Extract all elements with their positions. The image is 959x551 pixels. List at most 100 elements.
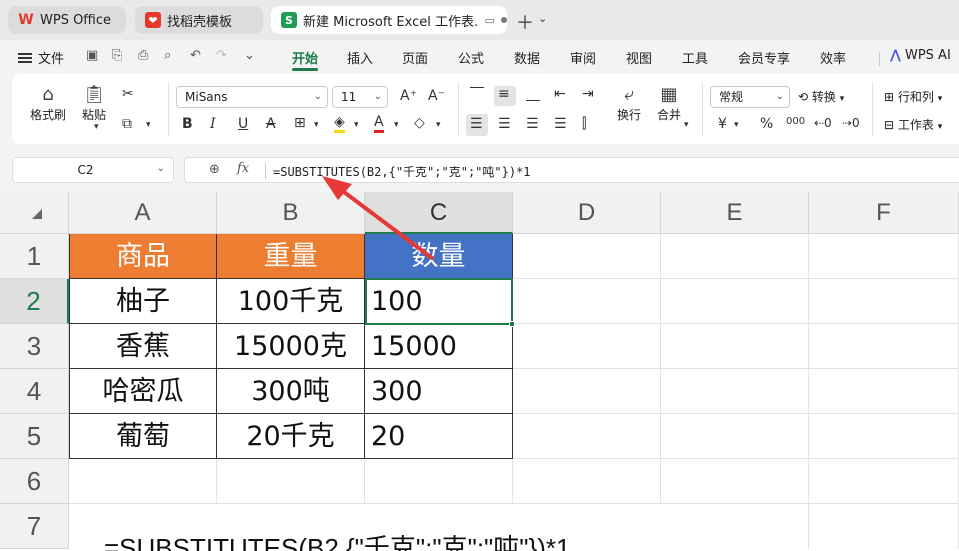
tab-list-chevron-icon[interactable]: ⌄ [538,12,547,25]
tab-daoke-templates[interactable]: ❤ 找稻壳模板 [135,6,263,34]
align-left-icon[interactable]: ☰ [470,116,483,132]
cell-c5[interactable]: 20 [365,414,513,459]
percent-button[interactable]: % [760,116,773,132]
currency-chevron-icon[interactable]: ▾ [734,120,739,130]
cell-f7[interactable] [809,504,959,549]
increase-font-icon[interactable]: A⁺ [400,88,417,104]
tab-insert[interactable]: 插入 [347,48,373,67]
thousands-button[interactable]: 000 [786,116,805,127]
row-header-6[interactable]: 6 [0,459,69,504]
cell-d6[interactable] [513,459,661,504]
tab-review[interactable]: 审阅 [570,48,596,67]
decrease-font-icon[interactable]: A⁻ [428,88,445,104]
print-icon[interactable]: ⎙ [138,48,148,63]
wrap-text-button[interactable]: ⤶ 换行 [612,84,646,123]
worksheet-button[interactable]: ⊟ 工作表 ▾ [884,116,959,133]
column-header-e[interactable]: E [661,192,809,234]
cell-d3[interactable] [513,324,661,369]
font-name-select[interactable]: MiSans ⌄ [176,86,328,108]
tab-efficiency[interactable]: 效率 [820,48,846,67]
decrease-decimal-icon[interactable]: ⇠0 [814,116,832,130]
save-icon[interactable]: ▣ [86,48,98,63]
decrease-indent-icon[interactable]: ⇤ [554,86,566,102]
cell-f3[interactable] [809,324,959,369]
formula-input[interactable]: =SUBSTITUTES(B2,{"千克";"克";"吨"})*1 [273,163,531,180]
new-tab-plus-icon[interactable]: ＋ [516,9,534,35]
italic-button[interactable]: I [210,116,216,132]
select-all-corner[interactable] [0,192,69,234]
row-header-5[interactable]: 5 [0,414,69,459]
tab-member[interactable]: 会员专享 [738,48,790,67]
align-right-icon[interactable]: ☰ [526,116,539,132]
row-header-3[interactable]: 3 [0,324,69,369]
cell-f1[interactable] [809,234,959,279]
cell-d4[interactable] [513,369,661,414]
cell-c2[interactable]: 100 [365,279,513,324]
cell-e5[interactable] [661,414,809,459]
font-color-button[interactable]: A [374,114,384,133]
tab-home[interactable]: 开始 [292,48,318,67]
borders-icon[interactable]: ⊞ [294,115,306,131]
tab-formulas[interactable]: 公式 [458,48,484,67]
convert-button[interactable]: ⟲ 转换 ▾ [798,88,858,105]
cell-e2[interactable] [661,279,809,324]
print-preview-icon[interactable]: ⌕ [164,48,171,63]
paste-chevron-icon[interactable]: ▾ [94,122,99,132]
cell-d2[interactable] [513,279,661,324]
column-header-a[interactable]: A [69,192,217,234]
distribute-icon[interactable]: ⫿ [582,116,586,132]
cell-b5[interactable]: 20千克 [217,414,365,459]
tab-page[interactable]: 页面 [402,48,428,67]
cell-c1[interactable]: 数量 [365,234,513,279]
cell-a4[interactable]: 哈密瓜 [69,369,217,414]
cell-b4[interactable]: 300吨 [217,369,365,414]
cell-e6[interactable] [661,459,809,504]
align-center-icon[interactable]: ☰ [498,116,511,132]
cell-b6[interactable] [217,459,365,504]
merge-chevron-icon[interactable]: ▾ [684,120,689,130]
tab-excel-document[interactable]: S 新建 Microsoft Excel 工作表. ▭ [271,6,507,34]
file-menu[interactable]: 文件 [18,48,64,67]
copy-chevron-icon[interactable]: ▾ [146,120,151,130]
name-box[interactable]: C2 ⌄ [12,157,174,183]
merge-button[interactable]: ▦ 合并 [652,84,686,123]
paste-button[interactable]: 📋︎ 粘贴 [76,84,112,123]
redo-icon[interactable]: ↷ [216,48,227,63]
eraser-icon[interactable]: ◇ [414,115,425,131]
cell-a5[interactable]: 葡萄 [69,414,217,459]
undo-icon[interactable]: ↶ [190,48,201,63]
bold-button[interactable]: B [182,116,193,132]
row-header-1[interactable]: 1 [0,234,69,279]
tab-tools[interactable]: 工具 [682,48,708,67]
cell-f4[interactable] [809,369,959,414]
currency-button[interactable]: ¥ [718,116,727,132]
column-header-d[interactable]: D [513,192,661,234]
monitor-icon[interactable]: ▭ [485,14,495,27]
align-middle-icon[interactable]: ≡ [498,86,510,102]
wps-ai-button[interactable]: ⋀ WPS AI [890,48,951,63]
cell-e4[interactable] [661,369,809,414]
font-color-chevron-icon[interactable]: ▾ [394,120,399,130]
number-format-select[interactable]: 常规 ⌄ [710,86,790,108]
cell-b2[interactable]: 100千克 [217,279,365,324]
align-bottom-icon[interactable]: ⎽ [526,86,540,102]
tab-view[interactable]: 视图 [626,48,652,67]
column-header-c[interactable]: C [365,192,513,234]
cell-c3[interactable]: 15000 [365,324,513,369]
cell-c4[interactable]: 300 [365,369,513,414]
quick-access-chevron-icon[interactable]: ⌄ [244,48,255,63]
cut-icon[interactable]: ✂ [122,86,134,102]
rows-columns-button[interactable]: ⊞ 行和列 ▾ [884,88,954,105]
cell-d1[interactable] [513,234,661,279]
tab-wps-office[interactable]: W WPS Office [8,6,126,34]
increase-indent-icon[interactable]: ⇥ [582,86,594,102]
increase-decimal-icon[interactable]: ⇢0 [842,116,860,130]
align-top-icon[interactable]: ⎺ [470,86,484,102]
cell-e3[interactable] [661,324,809,369]
borders-chevron-icon[interactable]: ▾ [314,120,319,130]
tab-data[interactable]: 数据 [514,48,540,67]
cell-f6[interactable] [809,459,959,504]
row-header-4[interactable]: 4 [0,369,69,414]
cell-a6[interactable] [69,459,217,504]
cell-b3[interactable]: 15000克 [217,324,365,369]
